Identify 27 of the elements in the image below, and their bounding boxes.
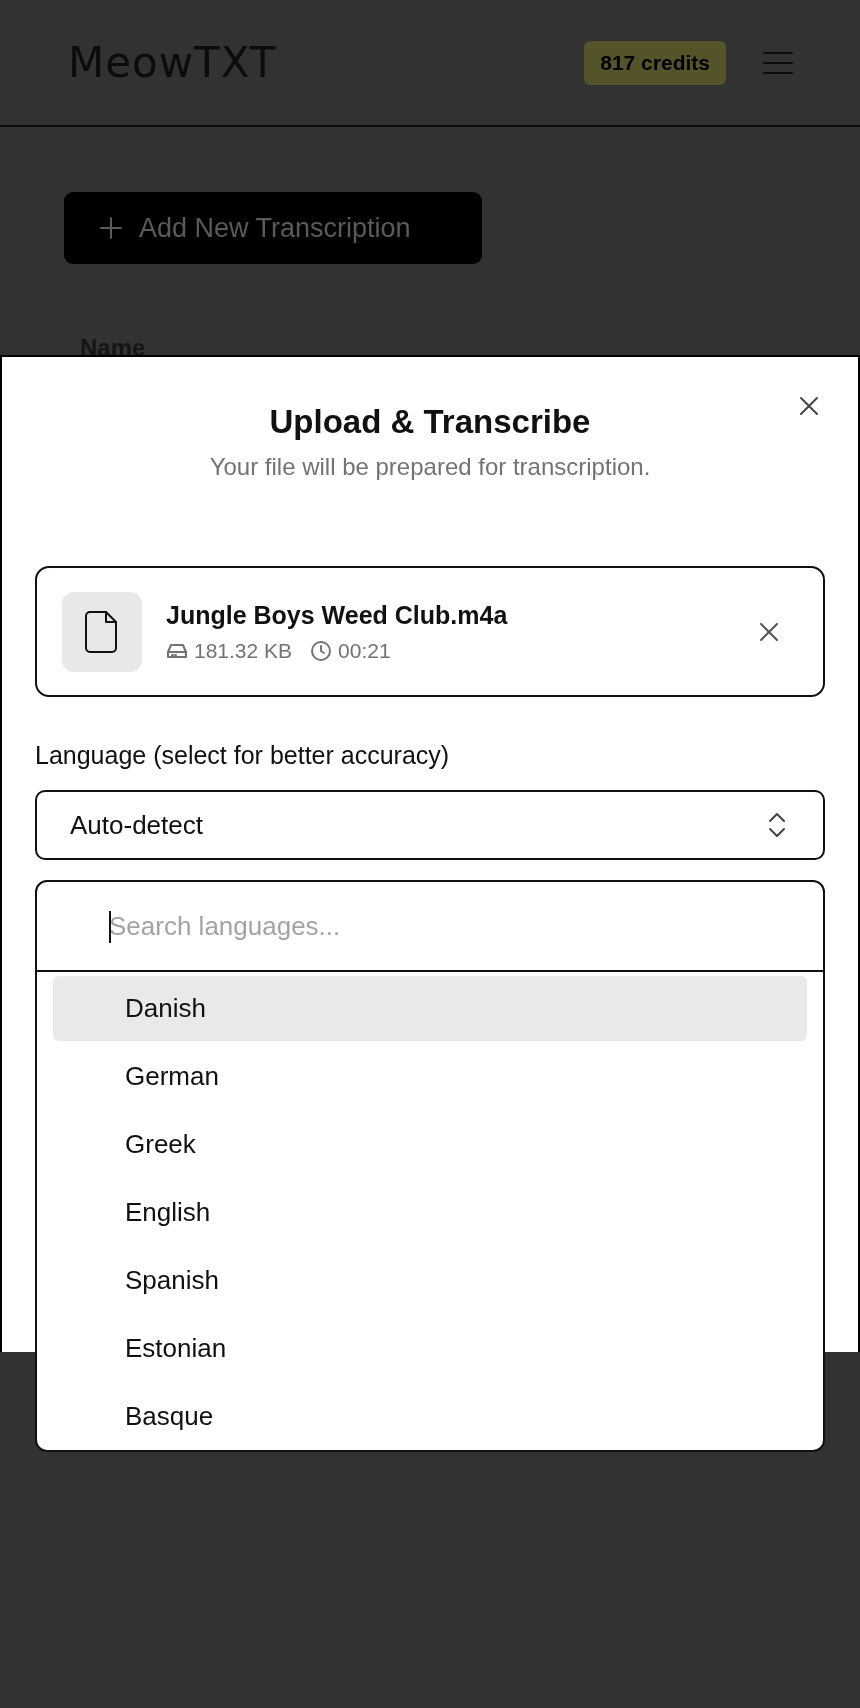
file-duration: 00:21 bbox=[338, 638, 391, 663]
file-size: 181.32 KB bbox=[194, 638, 293, 663]
close-icon bbox=[758, 620, 780, 643]
language-option[interactable]: Danish bbox=[53, 976, 807, 1041]
close-button[interactable] bbox=[798, 395, 820, 417]
credits-badge: 817 credits bbox=[584, 40, 726, 85]
text-cursor bbox=[109, 911, 111, 943]
remove-file-button[interactable] bbox=[758, 620, 780, 643]
search-field[interactable]: Search languages... bbox=[109, 910, 709, 942]
dialog-subtitle: Your file will be prepared for transcription. bbox=[208, 453, 652, 481]
language-option[interactable]: English bbox=[53, 1180, 807, 1245]
language-option[interactable]: Greek bbox=[53, 1112, 807, 1177]
file-name: Jungle Boys Weed Club.m4a bbox=[166, 600, 509, 630]
language-select[interactable]: Auto-detect bbox=[35, 790, 825, 860]
language-option[interactable]: Estonian bbox=[53, 1316, 807, 1381]
field-label: Language (select for better accuracy) bbox=[35, 741, 451, 770]
select-value: Auto-detect bbox=[70, 809, 203, 841]
menu-icon bbox=[762, 49, 794, 76]
clock-icon bbox=[310, 639, 333, 662]
close-icon bbox=[798, 395, 820, 417]
dialog-title: Upload & Transcribe bbox=[269, 403, 591, 441]
drive-icon bbox=[166, 641, 188, 660]
language-option[interactable]: German bbox=[53, 1044, 807, 1109]
language-option[interactable]: Basque bbox=[53, 1384, 807, 1449]
language-option[interactable]: Spanish bbox=[53, 1248, 807, 1313]
chevron-up-down-icon bbox=[767, 811, 787, 839]
plus-icon bbox=[99, 216, 123, 240]
